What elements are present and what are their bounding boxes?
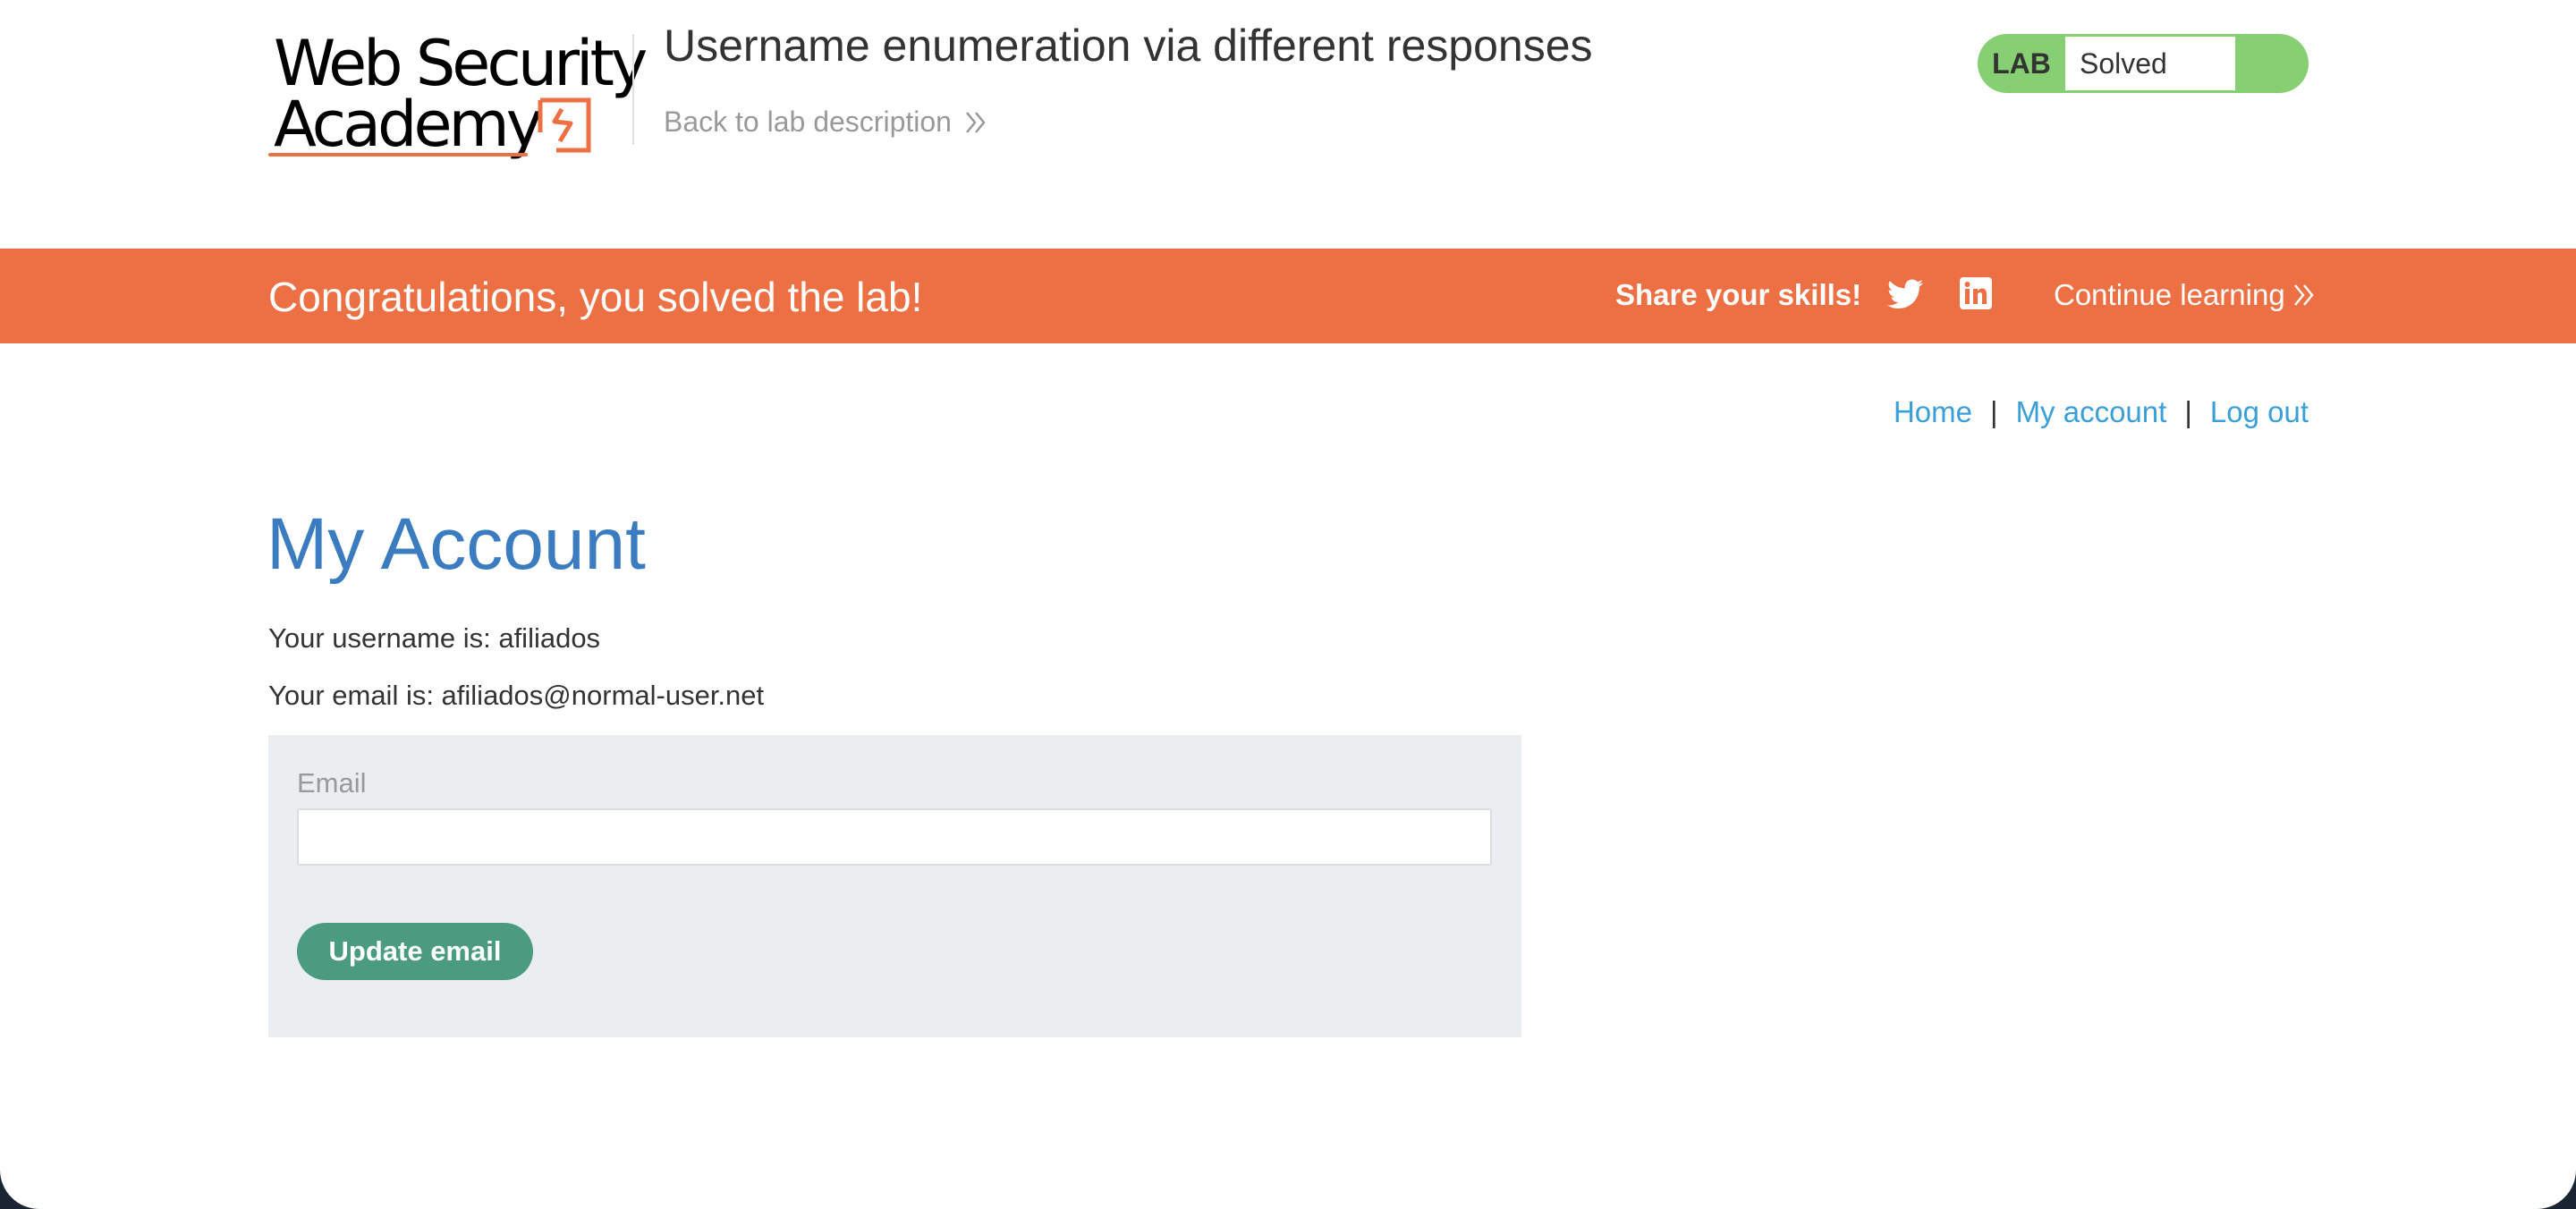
lab-title: Username enumeration via different respo… [664,21,1593,71]
username-text: Your username is: afiliados [268,622,601,654]
logo-mark-icon [538,97,591,153]
update-email-button[interactable]: Update email [297,923,533,980]
lab-status-widget: LAB Solved [1978,34,2309,93]
continue-learning-label: Continue learning [2054,278,2285,311]
nav-log-out-link[interactable]: Log out [2210,395,2309,429]
double-chevron-right-icon [2293,284,2314,306]
share-skills-label: Share your skills! [1615,278,1862,311]
nav-separator: | [1989,395,1998,428]
continue-learning-link[interactable]: Continue learning [2054,278,2316,312]
nav-my-account-link[interactable]: My account [2016,395,2167,429]
logo-underline [268,153,528,156]
back-link-label: Back to lab description [664,106,952,138]
logo-text-line1: Web Security [274,27,648,100]
solved-banner: Congratulations, you solved the lab! Sha… [0,249,2576,343]
header-divider [632,34,634,145]
lab-status-text: Solved [2065,37,2235,90]
back-to-lab-description-link[interactable]: Back to lab description [664,106,987,139]
logo-text-line2: Academy [274,88,543,161]
double-chevron-right-icon [965,111,986,133]
email-field-label: Email [297,767,367,799]
email-input[interactable] [297,808,1492,866]
web-security-academy-logo[interactable]: Web Security Academy [268,25,648,168]
twitter-icon[interactable] [1887,278,1923,310]
update-email-form: Email Update email [268,735,1521,1037]
header: Web Security Academy Username enumeratio… [0,0,2576,249]
nav-home-link[interactable]: Home [1894,395,1972,429]
page: Web Security Academy Username enumeratio… [0,0,2576,1209]
top-nav: Home | My account | Log out [1894,395,2309,429]
nav-separator: | [2184,395,2192,428]
congratulations-message: Congratulations, you solved the lab! [268,274,923,320]
linkedin-icon[interactable] [1959,276,1993,310]
page-title: My Account [267,503,646,585]
email-text: Your email is: afiliados@normal-user.net [268,680,765,711]
lab-badge: LAB [1992,47,2051,80]
